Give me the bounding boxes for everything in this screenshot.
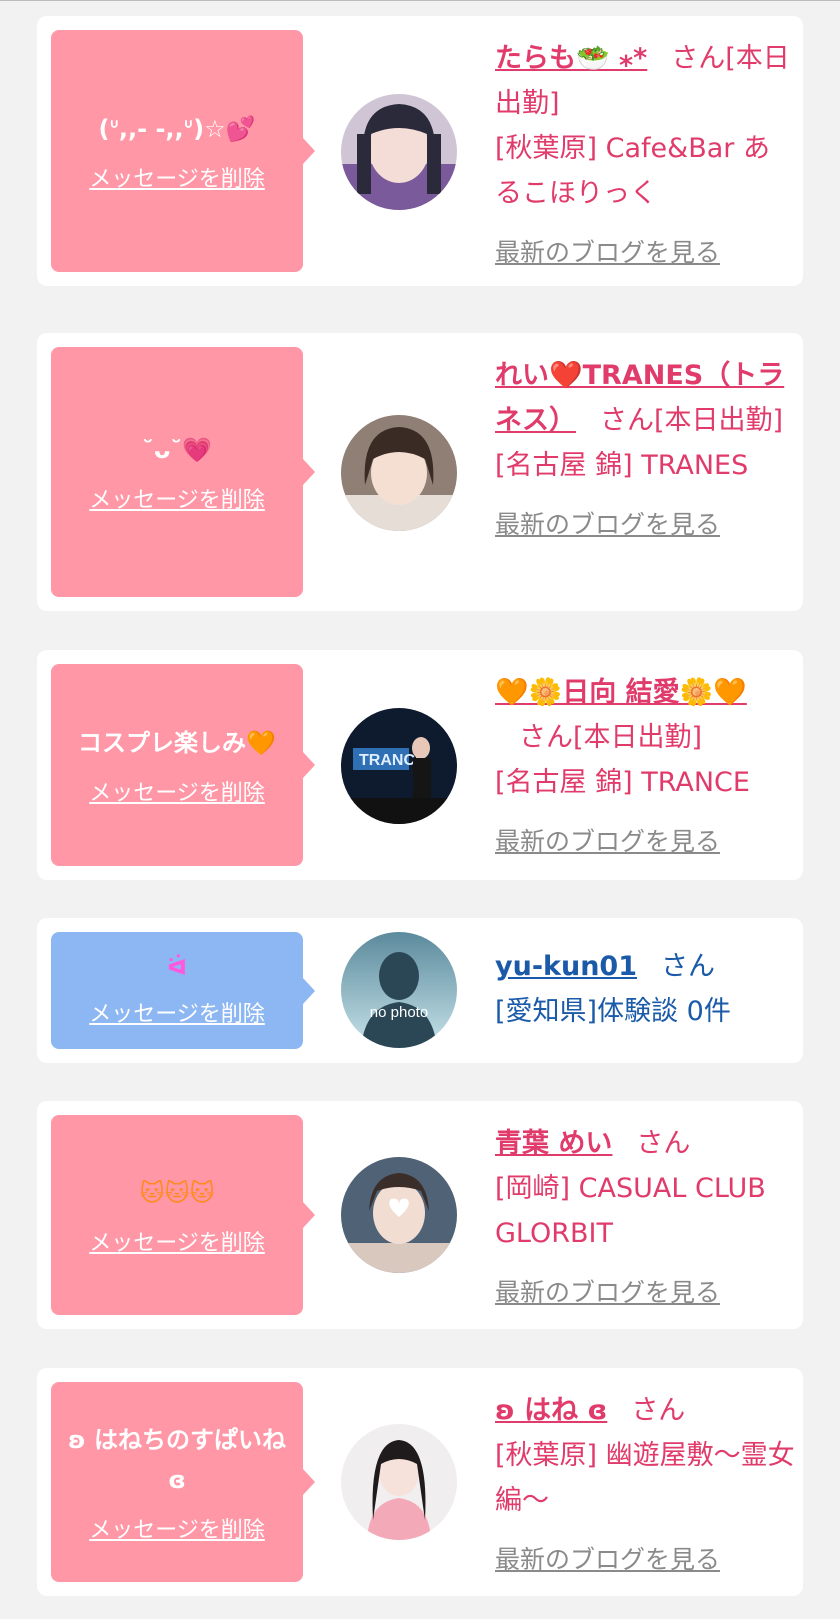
message-text: ʚ はねちのすぱいね ɞ: [68, 1426, 286, 1494]
shop-name: [名古屋 錦] TRANCE: [495, 767, 750, 798]
message-bubble: (ᐡ,,- -,,ᐡ)☆💕 メッセージを削除: [51, 30, 315, 272]
delete-message-link[interactable]: メッセージを削除: [89, 996, 265, 1028]
cast-name-link[interactable]: ʚ はね ɞ: [495, 1395, 607, 1426]
message-card: 🐱🐱🐱 メッセージを削除 青葉 めい さん [岡崎] CASUAL CLUB GL…: [37, 1101, 803, 1329]
honorific: さん: [671, 43, 726, 74]
status-text: [本日出勤]: [573, 722, 703, 753]
cast-info: 🧡🌼日向 結愛🌼🧡 さん[本日出勤] [名古屋 錦] TRANCE 最新のブログを…: [495, 670, 795, 864]
avatar[interactable]: [341, 1424, 457, 1540]
cast-info: たらも🥗 ⁎* さん[本日出勤] [秋葉原] Cafe&Bar あるこほりっく 最…: [495, 36, 795, 275]
top-divider: [0, 0, 840, 1]
delete-message-link[interactable]: メッセージを削除: [89, 1512, 265, 1544]
message-text: 🐱🐱🐱: [139, 1179, 215, 1207]
honorific: さん: [631, 1395, 686, 1426]
honorific: さん: [636, 1128, 691, 1159]
delete-message-link[interactable]: メッセージを削除: [89, 1225, 265, 1257]
blog-link[interactable]: 最新のブログを見る: [495, 230, 795, 275]
status-text: [本日出勤]: [654, 405, 784, 436]
avatar[interactable]: [341, 415, 457, 531]
avatar[interactable]: [341, 94, 457, 210]
message-card: コスプレ楽しみ🧡 メッセージを削除 TRANCE 🧡🌼日向 結愛🌼🧡 さん[本日出…: [37, 650, 803, 880]
avatar[interactable]: TRANCE: [341, 708, 457, 824]
cast-name-link[interactable]: 🧡🌼日向 結愛🌼🧡: [495, 677, 747, 708]
blog-link[interactable]: 最新のブログを見る: [495, 1270, 795, 1315]
user-name-link[interactable]: yu-kun01: [495, 951, 637, 982]
no-photo-label: no photo: [369, 1004, 429, 1021]
message-bubble: ʚ はねちのすぱいね ɞ メッセージを削除: [51, 1382, 315, 1582]
delete-message-link[interactable]: メッセージを削除: [89, 482, 265, 514]
blog-link[interactable]: 最新のブログを見る: [495, 819, 795, 864]
message-card: ˘ᴗ˘💗 メッセージを削除 れい❤️TRANES（トラネス） さん[本日出勤] […: [37, 333, 803, 611]
cast-name-link[interactable]: 青葉 めい: [495, 1128, 612, 1159]
avatar[interactable]: no photo: [341, 932, 457, 1048]
honorific: さん: [600, 405, 654, 436]
cast-info: 青葉 めい さん [岡崎] CASUAL CLUB GLORBIT 最新のブログを…: [495, 1121, 795, 1315]
message-text: (ᐡ,,- -,,ᐡ)☆💕: [98, 115, 256, 143]
message-text: コスプレ楽しみ🧡: [78, 729, 276, 757]
message-card: ʚ はねちのすぱいね ɞ メッセージを削除 ʚ はね ɞ さん [秋葉原] 幽遊屋…: [37, 1368, 803, 1596]
honorific: さん: [519, 722, 573, 753]
message-card: (ᐡ,,- -,,ᐡ)☆💕 メッセージを削除 たらも🥗 ⁎* さん[本日出勤] […: [37, 16, 803, 286]
message-bubble: ˘ᴗ˘💗 メッセージを削除: [51, 347, 315, 597]
shop-name: [秋葉原] 幽遊屋敷～霊女編～: [495, 1440, 795, 1516]
shop-name: [秋葉原] Cafe&Bar あるこほりっく: [495, 133, 770, 209]
cast-info: yu-kun01 さん [愛知県]体験談 0件: [495, 944, 795, 1034]
blog-link[interactable]: 最新のブログを見る: [495, 1537, 795, 1582]
shop-name: [岡崎] CASUAL CLUB GLORBIT: [495, 1173, 766, 1249]
cast-info: れい❤️TRANES（トラネス） さん[本日出勤] [名古屋 錦] TRANES …: [495, 353, 795, 547]
delete-message-link[interactable]: メッセージを削除: [89, 161, 265, 193]
message-text: ᐛ: [167, 955, 187, 981]
delete-message-link[interactable]: メッセージを削除: [89, 775, 265, 807]
message-text: ˘ᴗ˘💗: [141, 436, 213, 464]
cast-info: ʚ はね ɞ さん [秋葉原] 幽遊屋敷～霊女編～ 最新のブログを見る: [495, 1388, 795, 1582]
message-bubble: ᐛ メッセージを削除: [51, 932, 315, 1049]
cast-name-link[interactable]: たらも🥗 ⁎*: [495, 43, 647, 74]
message-bubble: 🐱🐱🐱 メッセージを削除: [51, 1115, 315, 1315]
message-bubble: コスプレ楽しみ🧡 メッセージを削除: [51, 664, 315, 866]
blog-link[interactable]: 最新のブログを見る: [495, 502, 795, 547]
avatar[interactable]: [341, 1157, 457, 1273]
message-card: ᐛ メッセージを削除 no photo yu-kun01 さん [愛知県]体験談 …: [37, 918, 803, 1063]
review-count: [愛知県]体験談 0件: [495, 996, 731, 1027]
honorific: さん: [661, 951, 716, 982]
shop-name: [名古屋 錦] TRANES: [495, 450, 749, 481]
